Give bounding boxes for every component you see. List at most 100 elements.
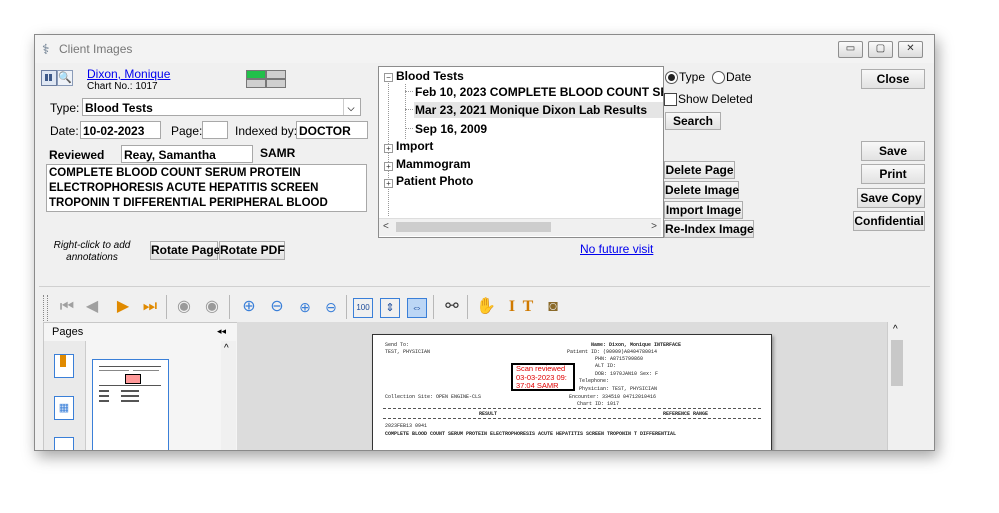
close-window-button[interactable]: ✕ (898, 41, 923, 58)
save-copy-button[interactable]: Save Copy (857, 188, 925, 208)
expand-icon[interactable]: + (384, 144, 393, 153)
rotate-page-button[interactable]: Rotate Page (150, 241, 220, 260)
chevron-down-icon[interactable]: ⌵ (343, 99, 358, 115)
document-viewer: Send To: TEST, PHYSICIAN Name: Dixon, Mo… (237, 322, 906, 450)
doc-alt-id: ALT ID: (595, 363, 617, 369)
panel-collapse-icon[interactable]: ◂◂ (217, 326, 226, 337)
search-patient-icon[interactable]: 🔍 (57, 70, 73, 86)
delete-page-button[interactable]: Delete Page (664, 161, 735, 179)
tree-group-import[interactable]: Import (396, 139, 433, 153)
indexed-by-field[interactable]: DOCTOR (296, 121, 368, 139)
fit-page-icon[interactable]: ⇕ (380, 298, 400, 318)
bookmarks-icon[interactable] (54, 354, 74, 378)
page-field[interactable] (202, 121, 228, 139)
find-binoculars-icon[interactable]: ⚯ (441, 296, 463, 318)
minus-icon[interactable]: ⊖ (320, 296, 342, 318)
close-button[interactable]: Close (861, 69, 925, 89)
rotate-pdf-button[interactable]: Rotate PDF (219, 241, 285, 260)
print-button[interactable]: Print (861, 164, 925, 184)
tree-item-feb-2023[interactable]: Feb 10, 2023 COMPLETE BLOOD COUNT SER (415, 85, 663, 99)
date-label: Date: (50, 124, 79, 138)
scan-reviewed-stamp: Scan reviewed 03-03-2023 09: 37:04 SAMR (511, 363, 575, 391)
tree-horizontal-scrollbar[interactable]: < > (379, 218, 661, 236)
scroll-right-icon[interactable]: > (651, 221, 657, 232)
toolbar-grip[interactable] (43, 295, 48, 321)
hand-tool-icon[interactable]: ✋ (475, 296, 497, 318)
scroll-up-icon[interactable]: ^ (893, 324, 898, 335)
tree-item-sep-2009[interactable]: Sep 16, 2009 (415, 122, 487, 136)
tree-group-blood-tests[interactable]: Blood Tests (396, 69, 464, 83)
thumbnails-icon[interactable]: ▦ (54, 396, 74, 420)
future-visit-link[interactable]: No future visit (580, 242, 653, 256)
actual-size-icon[interactable]: 100 (353, 298, 373, 318)
description-textarea[interactable]: COMPLETE BLOOD COUNT SERUM PROTEIN ELECT… (46, 164, 367, 212)
type-value: Blood Tests (85, 101, 153, 115)
text-annotation-icon[interactable]: T (517, 296, 539, 318)
type-select[interactable]: Blood Tests ⌵ (82, 98, 361, 116)
panel-side-tabs: ▦ (44, 341, 86, 450)
window-title: Client Images (59, 42, 133, 56)
save-button[interactable]: Save (861, 141, 925, 161)
page-label: Page: (171, 124, 203, 138)
fit-width-icon[interactable]: ⇔ (407, 298, 427, 318)
document-page: Send To: TEST, PHYSICIAN Name: Dixon, Mo… (372, 334, 772, 450)
pages-vertical-scrollbar[interactable]: ^ (221, 341, 236, 450)
viewer-vertical-scrollbar[interactable]: ^ (887, 322, 906, 450)
reindex-image-button[interactable]: Re-Index Image (664, 220, 754, 238)
last-page-icon[interactable]: ⏭ (139, 296, 161, 318)
show-deleted-checkbox[interactable] (664, 93, 677, 106)
expand-icon[interactable]: + (384, 162, 393, 171)
document-tree: − Blood Tests Feb 10, 2023 COMPLETE BLOO… (378, 66, 664, 238)
import-image-button[interactable]: Import Image (664, 201, 743, 219)
tree-item-mar-2021[interactable]: Mar 23, 2021 Monique Dixon Lab Results (415, 103, 647, 117)
previous-page-icon[interactable]: ◀ (81, 296, 103, 318)
delete-image-button[interactable]: Delete Image (664, 181, 739, 199)
card-icon[interactable] (41, 70, 57, 86)
back-icon[interactable]: ◉ (173, 296, 195, 318)
chart-number: Chart No.: 1017 (87, 81, 158, 92)
tree-group-patient-photo[interactable]: Patient Photo (396, 174, 473, 188)
doc-encounter: Encounter: 334510 04712010416 (569, 394, 657, 400)
doc-reference-header: REFERENCE RANGE (663, 411, 709, 417)
tree-group-mammogram[interactable]: Mammogram (396, 157, 471, 171)
confidential-button[interactable]: Confidential (853, 211, 925, 231)
search-button[interactable]: Search (665, 112, 721, 130)
first-page-icon[interactable]: ⏮ (56, 296, 78, 318)
scroll-thumb[interactable] (396, 222, 551, 232)
scroll-thumb[interactable] (891, 340, 903, 386)
expand-icon[interactable]: + (384, 179, 393, 188)
doc-patient-id: Patient ID: (90909)A8404780014 (567, 349, 658, 355)
zoom-out-icon[interactable]: ⊖ (266, 296, 288, 318)
doc-name-line: Name: Dixon, Monique INTERFACE (591, 342, 682, 348)
page-thumbnail[interactable] (92, 359, 169, 450)
snapshot-camera-icon[interactable]: ◙ (542, 296, 564, 318)
next-page-icon[interactable]: ▶ (112, 296, 134, 318)
doc-dob: DOB: 1970JAN10 Sex: F (595, 371, 659, 377)
sort-type-label: Type (679, 70, 706, 84)
reviewed-by-field[interactable]: Reay, Samantha (121, 145, 253, 163)
reviewer-code: SAMR (260, 146, 296, 160)
patient-name-link[interactable]: Dixon, Monique (87, 67, 170, 81)
sort-type-radio[interactable] (665, 71, 678, 84)
plus-icon[interactable]: ⊕ (294, 296, 316, 318)
annotations-hint: Right-click to add annotations (53, 240, 131, 263)
doc-line-1: 2023FEB13 0941 (385, 423, 428, 429)
scroll-left-icon[interactable]: < (383, 221, 389, 232)
scroll-up-icon[interactable]: ^ (224, 343, 229, 354)
maximize-button[interactable]: ▢ (868, 41, 893, 58)
sort-date-label: Date (726, 70, 752, 84)
sort-date-radio[interactable] (712, 71, 725, 84)
collapse-icon[interactable]: − (384, 73, 393, 82)
type-label: Type: (50, 101, 80, 115)
doc-send-to-value: TEST, PHYSICIAN (385, 349, 431, 355)
doc-send-to: Send To: (385, 342, 410, 348)
minimize-button[interactable]: ▭ (838, 41, 863, 58)
doc-collection-site: Collection Site: OPEN ENGINE-CLS (385, 394, 482, 400)
app-icon: ⚕ (42, 41, 50, 57)
forward-icon[interactable]: ◉ (201, 296, 223, 318)
indexed-by-label: Indexed by: (235, 124, 298, 138)
zoom-in-icon[interactable]: ⊕ (238, 296, 260, 318)
date-field[interactable]: 10-02-2023 (80, 121, 161, 139)
doc-result-header: RESULT (479, 411, 498, 417)
attachments-icon[interactable] (54, 437, 74, 450)
